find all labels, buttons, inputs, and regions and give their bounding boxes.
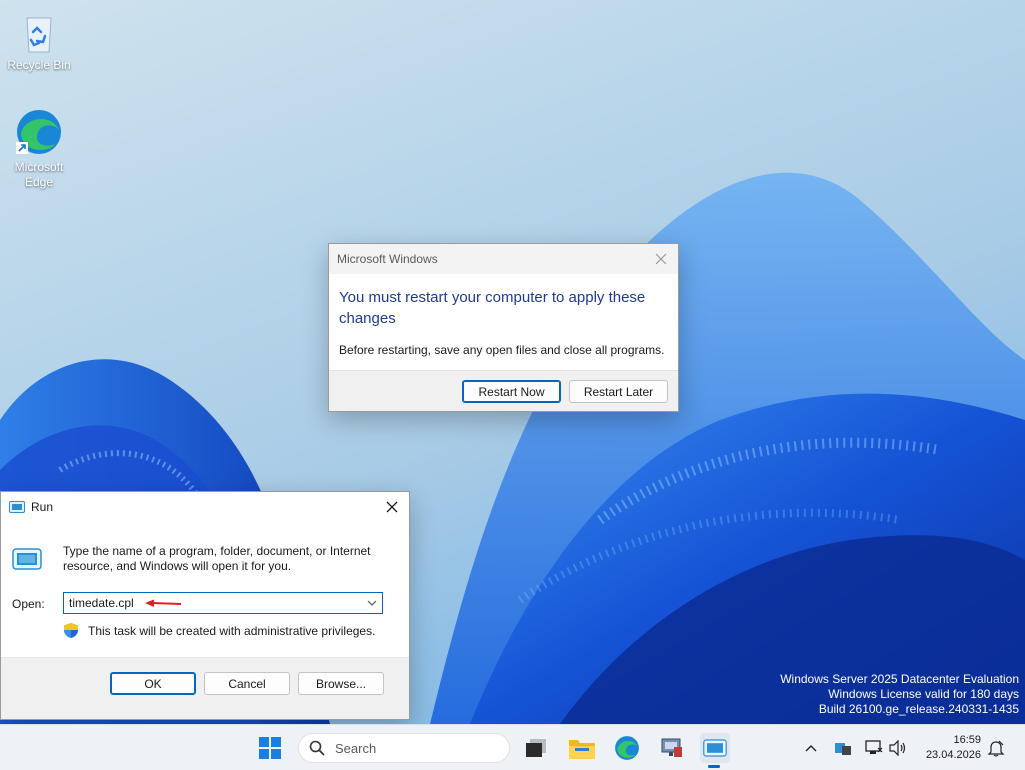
run-dialog-title: Run (31, 500, 54, 514)
restart-now-button[interactable]: Restart Now (462, 380, 561, 403)
restart-subtext: Before restarting, save any open files a… (339, 343, 665, 357)
restart-dialog-title: Microsoft Windows (337, 252, 438, 266)
start-button[interactable] (255, 733, 285, 763)
run-dialog-close-button[interactable] (375, 492, 409, 522)
run-app-icon (12, 548, 42, 570)
watermark-build: Build 26100.ge_release.240331-1435 (818, 702, 1019, 716)
file-explorer-icon (569, 740, 595, 759)
desktop-icon-edge[interactable]: Microsoft Edge (1, 108, 77, 190)
restart-dialog-titlebar: Microsoft Windows (329, 244, 678, 274)
clock-time: 16:59 (953, 734, 981, 746)
run-description: Type the name of a program, folder, docu… (63, 544, 371, 573)
cancel-button[interactable]: Cancel (204, 672, 290, 695)
volume-button[interactable] (889, 739, 907, 757)
taskbar: Search 16:59 23.04.2026 (0, 724, 1025, 770)
clock-date: 23.04.2026 (925, 749, 981, 761)
file-explorer-button[interactable] (567, 733, 597, 763)
server-manager-button[interactable] (657, 733, 687, 763)
taskbar-search[interactable]: Search (298, 733, 510, 763)
tray-app-button[interactable] (834, 739, 852, 757)
notifications-button[interactable] (987, 739, 1005, 757)
restart-dialog-close-button[interactable] (644, 244, 678, 274)
open-input-value[interactable]: timedate.cpl (69, 596, 134, 610)
start-icon (259, 737, 281, 759)
close-icon (655, 253, 667, 265)
task-view-button[interactable] (522, 733, 552, 763)
restart-dialog: Microsoft Windows You must restart your … (328, 243, 679, 412)
run-dialog-footer: OK Cancel Browse... (1, 657, 409, 719)
edge-taskbar-button[interactable] (612, 733, 642, 763)
restart-dialog-footer: Restart Now Restart Later (329, 370, 678, 411)
security-tray-icon (835, 743, 851, 755)
run-dialog-titlebar: Run (1, 492, 409, 522)
server-manager-icon (661, 738, 682, 757)
restart-later-button[interactable]: Restart Later (569, 380, 668, 403)
run-taskbar-button[interactable] (700, 733, 730, 763)
search-icon (309, 740, 325, 756)
open-combobox[interactable]: timedate.cpl (63, 592, 383, 614)
open-label: Open: (12, 597, 45, 611)
ok-button[interactable]: OK (110, 672, 196, 695)
volume-icon (889, 740, 906, 756)
desktop-icon-label: Recycle Bin (7, 58, 71, 72)
chevron-up-icon (805, 745, 817, 752)
chevron-down-icon[interactable] (367, 600, 377, 606)
admin-privileges-note: This task will be created with administr… (88, 624, 376, 638)
license-watermark: Windows Server 2025 Datacenter Evaluatio… (780, 672, 1019, 717)
search-placeholder: Search (335, 740, 377, 756)
close-icon (386, 501, 398, 513)
red-arrow-annotation (145, 599, 182, 607)
system-clock[interactable]: 16:59 23.04.2026 (926, 733, 981, 763)
active-app-indicator (708, 765, 720, 768)
desktop-icon-recycle-bin[interactable]: Recycle Bin (1, 12, 77, 73)
show-hidden-icons-button[interactable] (802, 739, 820, 757)
run-dialog: Run Type the name of a program, folder, … (0, 491, 410, 720)
watermark-license: Windows License valid for 180 days (828, 687, 1019, 701)
notification-bell-icon (987, 740, 1005, 757)
desktop-icon-label: Microsoft Edge (14, 160, 64, 189)
network-icon (865, 740, 883, 754)
restart-message: You must restart your computer to apply … (339, 289, 646, 327)
task-view-icon (526, 739, 546, 757)
run-icon (9, 501, 25, 513)
watermark-edition: Windows Server 2025 Datacenter Evaluatio… (780, 672, 1019, 686)
browse-button[interactable]: Browse... (298, 672, 384, 695)
recycle-bin-icon (26, 17, 52, 53)
uac-shield-icon (64, 623, 78, 638)
run-icon (703, 739, 727, 757)
edge-icon (615, 736, 639, 760)
network-button[interactable] (865, 739, 883, 757)
run-dialog-body: Type the name of a program, folder, docu… (1, 522, 409, 659)
edge-icon (16, 110, 61, 154)
